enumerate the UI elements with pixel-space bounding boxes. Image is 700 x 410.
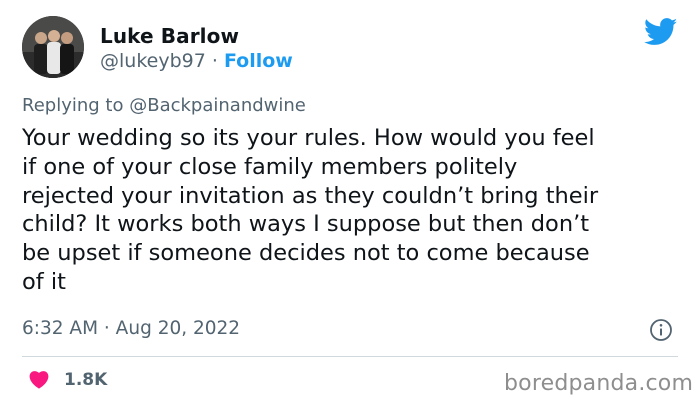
reply-prefix: Replying to [22, 95, 124, 116]
replying-to: Replying to @Backpainandwine [22, 95, 306, 116]
tweet-card: Luke Barlow @lukeyb97 · Follow Replying … [0, 0, 700, 410]
info-icon[interactable] [649, 318, 673, 342]
twitter-bird-icon[interactable] [644, 18, 678, 46]
avatar[interactable] [22, 16, 84, 78]
divider [22, 356, 678, 357]
author-display-name[interactable]: Luke Barlow [100, 24, 239, 48]
author-handle[interactable]: @lukeyb97 [100, 50, 206, 72]
tweet-text: Your wedding so its your rules. How woul… [22, 125, 599, 295]
heart-icon[interactable] [28, 369, 50, 389]
reply-mention-link[interactable]: @Backpainandwine [129, 95, 306, 116]
follow-button[interactable]: Follow [224, 50, 293, 72]
like-count[interactable]: 1.8K [64, 370, 107, 390]
author-handle-row: @lukeyb97 · Follow [100, 50, 293, 72]
watermark: boredpanda.com [504, 371, 694, 396]
handle-separator: · [211, 50, 218, 72]
tweet-timestamp[interactable]: 6:32 AM · Aug 20, 2022 [22, 318, 240, 339]
